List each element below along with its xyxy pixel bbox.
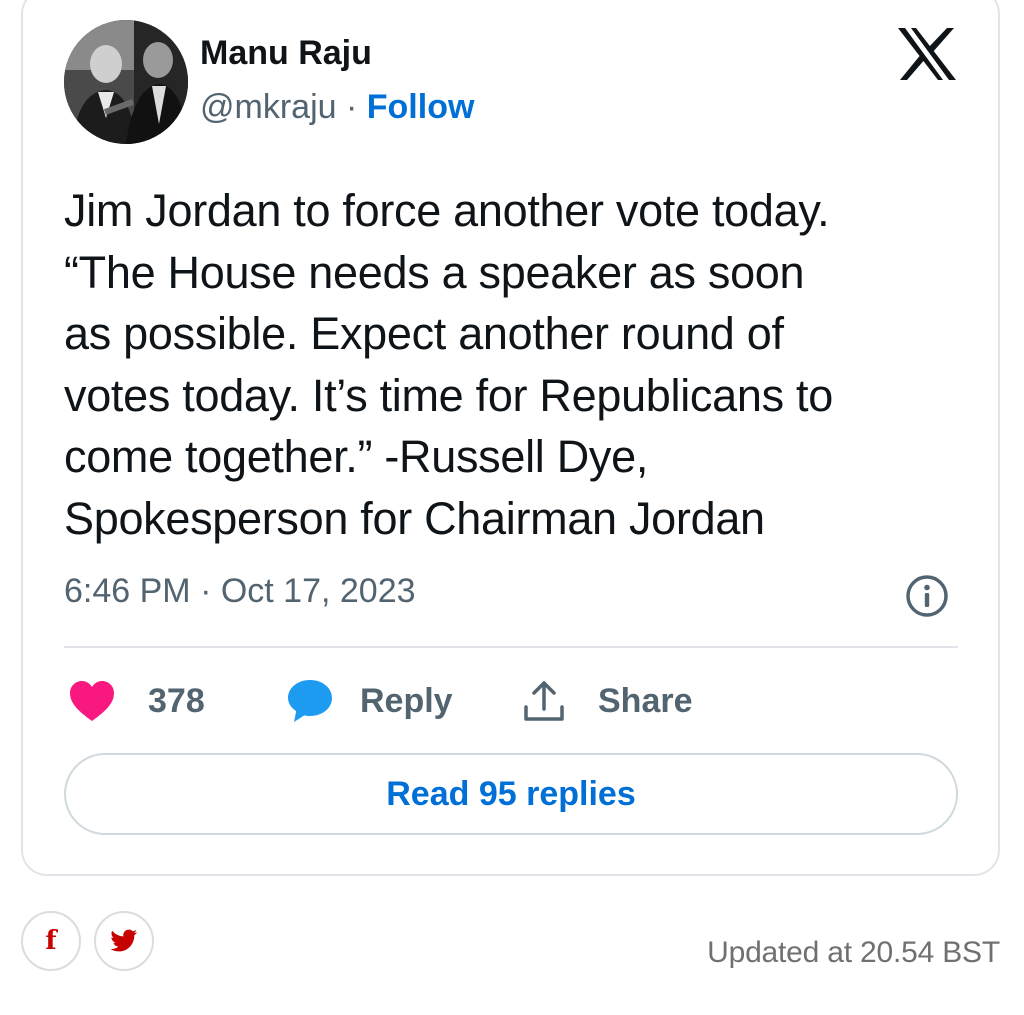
reply-label: Reply [360,681,453,720]
tweet-line: votes today. It’s time for Republicans t… [64,369,833,421]
divider [64,646,958,648]
follow-link[interactable]: Follow [367,88,475,126]
speech-bubble-icon [288,680,332,722]
twitter-bird-icon [110,929,137,952]
tweet-timestamp[interactable]: 6:46 PM · Oct 17, 2023 [64,572,416,611]
heart-icon [70,681,114,721]
author-handle[interactable]: @mkraju [200,88,337,126]
reply-button[interactable]: Reply [286,676,453,726]
tweet-line: come together.” -Russell Dye, [64,431,649,482]
facebook-share-button[interactable]: f [21,911,81,971]
like-count: 378 [148,681,205,720]
tweet-text: Jim Jordan to force another vote today. … [64,180,964,549]
tweet-line: as possible. Expect another round of [64,308,784,359]
share-label: Share [598,681,693,720]
x-logo-icon[interactable] [896,26,958,82]
like-button[interactable]: 378 [68,676,205,726]
twitter-share-button[interactable] [94,911,154,971]
handle-separator: · [345,88,358,126]
tweet-line: Jim Jordan to force another vote today. [64,185,830,236]
info-icon[interactable] [905,574,949,618]
updated-timestamp: Updated at 20.54 BST [707,936,1000,969]
author-avatar[interactable] [64,20,188,144]
tweet-line: Spokesperson for Chairman Jordan [64,492,765,544]
share-upload-icon [524,681,564,721]
author-handle-row: @mkraju · Follow [200,88,474,127]
tweet-line: “The House needs a speaker as soon [64,246,805,298]
author-name[interactable]: Manu Raju [200,34,372,73]
read-replies-label: Read 95 replies [386,774,636,813]
share-button[interactable]: Share [522,676,693,726]
read-replies-button[interactable]: Read 95 replies [64,753,958,835]
facebook-icon: f [45,926,57,956]
